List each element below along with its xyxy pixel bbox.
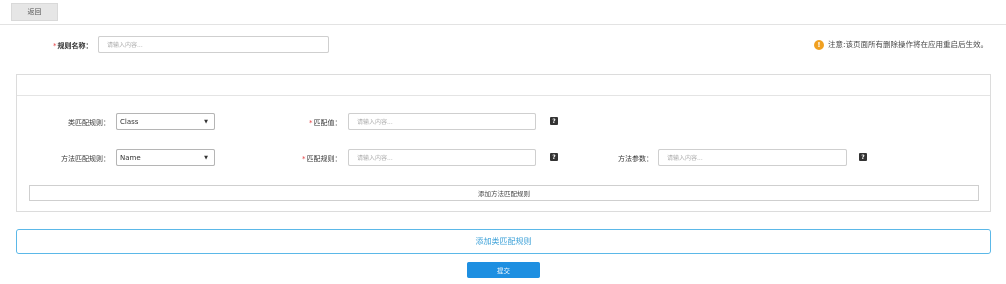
class-rule-panel-header: [17, 75, 990, 96]
required-mark: *: [309, 119, 313, 127]
match-value-input[interactable]: 请输入内容...: [348, 113, 536, 130]
rule-name-input[interactable]: 请输入内容...: [98, 36, 329, 53]
notice: ! 注意:该页面所有删除操作将在应用重启后生效。: [813, 39, 988, 50]
add-method-rule-button[interactable]: 添加方法匹配规则: [29, 185, 979, 201]
chevron-down-icon: ▼: [204, 154, 208, 161]
back-button[interactable]: 返回: [11, 3, 58, 21]
rule-name-label: *规则名称：: [53, 41, 93, 51]
class-match-rule-label: 类匹配规则：: [68, 119, 110, 127]
submit-button[interactable]: 提交: [467, 262, 540, 278]
match-rule-label-text: 匹配规则：: [306, 155, 342, 163]
warning-icon: !: [813, 39, 824, 50]
method-params-input[interactable]: 请输入内容...: [658, 149, 847, 166]
class-match-rule-value: Class: [120, 117, 139, 126]
match-value-label-text: 匹配值：: [313, 119, 342, 127]
notice-text: 注意:该页面所有删除操作将在应用重启后生效。: [827, 40, 988, 49]
chevron-down-icon: ▼: [204, 118, 208, 125]
class-match-rule-select[interactable]: Class ▼: [116, 113, 215, 130]
method-match-rule-select[interactable]: Name ▼: [116, 149, 215, 166]
match-rule-label: *匹配规则：: [302, 154, 342, 164]
method-match-rule-value: Name: [120, 153, 141, 162]
method-params-label: 方法参数：: [618, 155, 653, 163]
help-icon[interactable]: ?: [550, 117, 558, 125]
help-icon[interactable]: ?: [859, 153, 867, 161]
match-rule-input[interactable]: 请输入内容...: [348, 149, 536, 166]
match-value-label: *匹配值：: [309, 118, 342, 128]
rule-name-label-text: 规则名称：: [57, 42, 93, 50]
required-mark: *: [302, 155, 306, 163]
required-mark: *: [53, 42, 57, 50]
top-toolbar: [0, 0, 1006, 25]
help-icon[interactable]: ?: [550, 153, 558, 161]
method-match-rule-label: 方法匹配规则：: [61, 155, 110, 163]
add-class-rule-button[interactable]: 添加类匹配规则: [16, 229, 991, 254]
